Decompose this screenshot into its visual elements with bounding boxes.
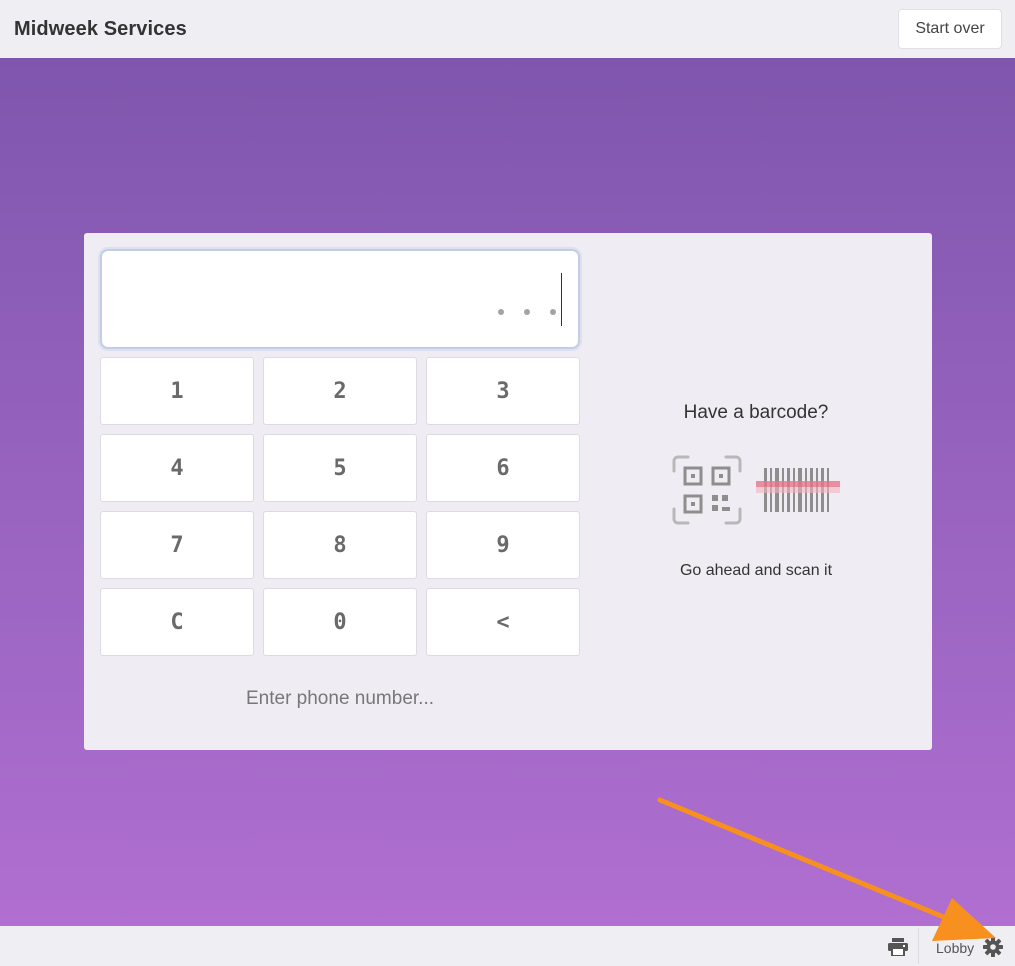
kiosk-background: 1 2 3 4 5 6 7 8 9 C 0 < Enter phone numb…	[0, 58, 1015, 926]
footer-divider	[918, 928, 919, 964]
page-title: Midweek Services	[14, 17, 187, 40]
top-bar: Midweek Services Start over	[0, 0, 1015, 58]
station-name: Lobby	[936, 940, 975, 956]
key-9[interactable]: 9	[426, 511, 580, 579]
gear-icon[interactable]	[983, 937, 1003, 957]
key-0[interactable]: 0	[263, 588, 417, 656]
numeric-keypad: 1 2 3 4 5 6 7 8 9 C 0 <	[100, 357, 580, 656]
qr-code-icon	[672, 455, 742, 525]
start-over-button[interactable]: Start over	[898, 9, 1002, 49]
bottom-bar	[0, 926, 1015, 966]
key-8[interactable]: 8	[263, 511, 417, 579]
printer-icon[interactable]	[888, 938, 908, 956]
key-4[interactable]: 4	[100, 434, 254, 502]
barcode-panel: Have a barcode? Go ahead and scan it	[604, 233, 908, 750]
placeholder-dots	[498, 309, 556, 315]
key-5[interactable]: 5	[263, 434, 417, 502]
barcode-scan-icon	[756, 468, 840, 512]
key-2[interactable]: 2	[263, 357, 417, 425]
check-in-card: 1 2 3 4 5 6 7 8 9 C 0 < Enter phone numb…	[84, 233, 932, 750]
key-clear[interactable]: C	[100, 588, 254, 656]
phone-entry-hint: Enter phone number...	[245, 688, 434, 709]
barcode-instruction: Go ahead and scan it	[679, 562, 833, 579]
key-backspace[interactable]: <	[426, 588, 580, 656]
key-7[interactable]: 7	[100, 511, 254, 579]
phone-number-display[interactable]	[100, 249, 580, 349]
text-caret	[561, 273, 562, 326]
barcode-question: Have a barcode?	[683, 402, 829, 423]
key-6[interactable]: 6	[426, 434, 580, 502]
key-1[interactable]: 1	[100, 357, 254, 425]
key-3[interactable]: 3	[426, 357, 580, 425]
